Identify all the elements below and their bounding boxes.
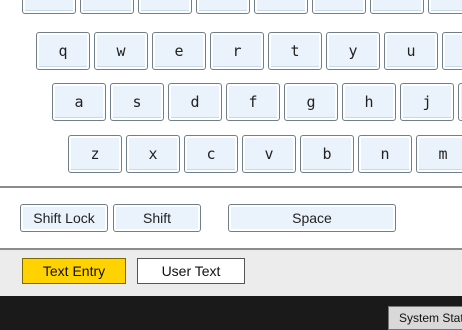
keyboard-panel: q w e r t y u a s d f g h j z x c v b n … <box>0 0 462 250</box>
key-s[interactable]: s <box>110 83 164 121</box>
key-f[interactable]: f <box>226 83 280 121</box>
key-z[interactable]: z <box>68 135 122 173</box>
key-j[interactable]: j <box>400 83 454 121</box>
shift-button[interactable]: Shift <box>113 204 201 232</box>
key-r[interactable]: r <box>210 32 264 70</box>
key-a[interactable]: a <box>52 83 106 121</box>
key-v[interactable]: v <box>242 135 296 173</box>
key-top-partial[interactable] <box>428 0 462 14</box>
key-h[interactable]: h <box>342 83 396 121</box>
key-top-partial[interactable] <box>80 0 134 14</box>
key-y[interactable]: y <box>326 32 380 70</box>
key-q[interactable]: q <box>36 32 90 70</box>
key-x[interactable]: x <box>126 135 180 173</box>
tab-text-entry[interactable]: Text Entry <box>22 258 126 284</box>
key-c[interactable]: c <box>184 135 238 173</box>
key-t[interactable]: t <box>268 32 322 70</box>
tab-user-text[interactable]: User Text <box>137 258 245 284</box>
system-status-button[interactable]: System Status <box>388 306 462 330</box>
key-top-partial[interactable] <box>22 0 76 14</box>
key-top-partial[interactable] <box>196 0 250 14</box>
key-partial-right[interactable] <box>442 32 462 70</box>
key-partial-right[interactable] <box>458 83 462 121</box>
key-m[interactable]: m <box>416 135 462 173</box>
key-top-partial[interactable] <box>312 0 366 14</box>
keyboard-divider <box>0 186 462 188</box>
key-g[interactable]: g <box>284 83 338 121</box>
space-button[interactable]: Space <box>228 204 396 232</box>
key-top-partial[interactable] <box>138 0 192 14</box>
key-top-partial[interactable] <box>370 0 424 14</box>
key-w[interactable]: w <box>94 32 148 70</box>
key-top-partial[interactable] <box>254 0 308 14</box>
key-n[interactable]: n <box>358 135 412 173</box>
key-u[interactable]: u <box>384 32 438 70</box>
key-d[interactable]: d <box>168 83 222 121</box>
key-b[interactable]: b <box>300 135 354 173</box>
shift-lock-button[interactable]: Shift Lock <box>20 204 108 232</box>
key-e[interactable]: e <box>152 32 206 70</box>
